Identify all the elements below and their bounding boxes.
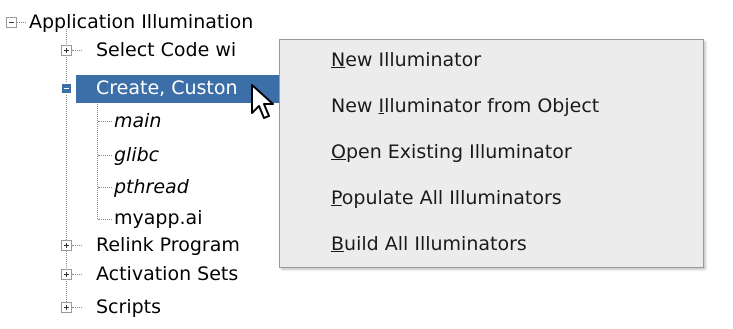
menu-item-build-all-illuminators[interactable]: Build All Illuminators: [331, 229, 527, 260]
expand-toggle-icon[interactable]: [61, 240, 72, 251]
collapse-toggle-icon[interactable]: [61, 83, 72, 94]
mnemonic-letter: N: [331, 49, 346, 71]
collapse-toggle-icon[interactable]: [6, 17, 17, 28]
tree-item-activation-sets[interactable]: Activation Sets: [96, 260, 238, 289]
tree-item-label: Select Code wi: [96, 39, 237, 61]
tree-guide-line: [97, 101, 98, 219]
tree-item-label: Application Illumination: [29, 11, 254, 33]
tree-guide-line: [72, 245, 82, 246]
menu-item-open-existing-illuminator[interactable]: Open Existing Illuminator: [331, 137, 572, 168]
tree-guide-line: [98, 121, 112, 122]
tree-guide-line: [66, 29, 67, 308]
tree-item-label: Activation Sets: [96, 263, 239, 285]
tree-item-label: myapp.ai: [114, 207, 203, 229]
tree-item-glibc[interactable]: glibc: [114, 141, 159, 170]
expand-toggle-icon[interactable]: [61, 302, 72, 313]
tree-guide-line: [98, 155, 112, 156]
tree-guide-line: [72, 274, 82, 275]
tree-item-create-custom[interactable]: Create, Custon: [96, 74, 238, 103]
menu-item-populate-all-illuminators[interactable]: Populate All Illuminators: [331, 183, 562, 214]
tree-item-main[interactable]: main: [114, 107, 161, 136]
tree-guide-line: [72, 50, 82, 51]
tree-item-scripts[interactable]: Scripts: [96, 293, 161, 322]
tree-item-relink-program[interactable]: Relink Program: [96, 231, 240, 260]
menu-item-new-illuminator[interactable]: New Illuminator: [331, 45, 481, 76]
tree-item-application-illumination[interactable]: Application Illumination: [29, 8, 253, 37]
tree-item-myapp-ai[interactable]: myapp.ai: [114, 204, 202, 233]
tree-guide-line: [98, 187, 112, 188]
tree-item-label: Relink Program: [96, 234, 240, 256]
tree-item-pthread[interactable]: pthread: [114, 173, 189, 202]
tree-guide-line: [17, 22, 26, 23]
tree-guide-line: [98, 219, 112, 220]
tree-item-label: Scripts: [96, 296, 162, 318]
mouse-pointer-icon: [251, 84, 274, 119]
tree-item-label: glibc: [114, 144, 160, 166]
mnemonic-letter: O: [331, 141, 346, 163]
tree-guide-line: [72, 307, 82, 308]
expand-toggle-icon[interactable]: [61, 269, 72, 280]
tree-item-label: pthread: [114, 176, 189, 198]
context-menu: New Illuminator New Illuminator from Obj…: [279, 39, 704, 268]
tree-item-select-code[interactable]: Select Code wi: [96, 36, 236, 65]
menu-item-new-illuminator-from-object[interactable]: New Illuminator from Object: [331, 91, 599, 122]
tree-item-label: Create, Custon: [96, 77, 238, 99]
tree-item-label: main: [114, 110, 162, 132]
expand-toggle-icon[interactable]: [61, 45, 72, 56]
mnemonic-letter: P: [331, 187, 342, 209]
mnemonic-letter: B: [331, 233, 345, 255]
